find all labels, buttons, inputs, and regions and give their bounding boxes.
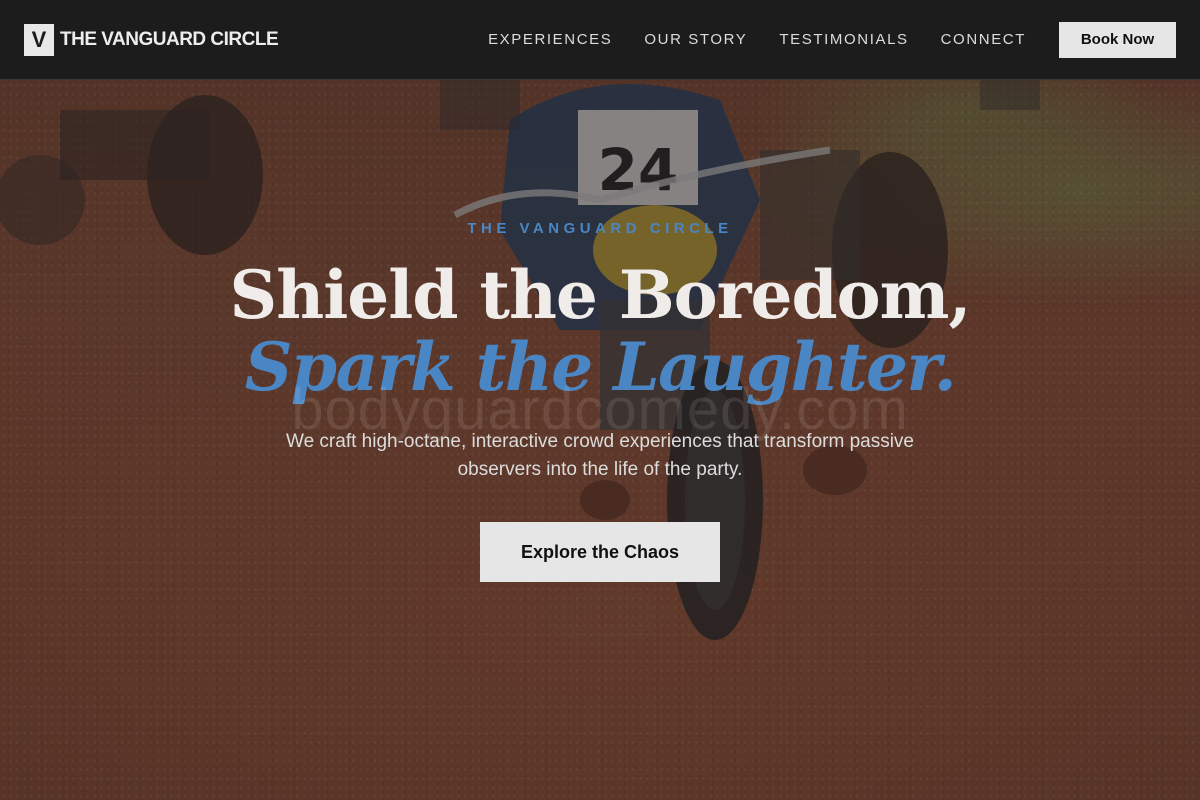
nav-link-experiences[interactable]: EXPERIENCES bbox=[488, 31, 612, 48]
nav-link-our-story[interactable]: OUR STORY bbox=[644, 31, 747, 48]
top-navbar: V THE VANGUARD CIRCLE EXPERIENCES OUR ST… bbox=[0, 0, 1200, 80]
nav-links: EXPERIENCES OUR STORY TESTIMONIALS CONNE… bbox=[488, 21, 1176, 58]
nav-link-connect[interactable]: CONNECT bbox=[941, 31, 1026, 48]
hero-headline-line1: Shield the Boredom, bbox=[229, 256, 972, 334]
brand-logo[interactable]: V THE VANGUARD CIRCLE bbox=[24, 23, 279, 56]
hero-eyebrow: THE VANGUARD CIRCLE bbox=[467, 220, 733, 237]
logo-mark-icon: V bbox=[24, 23, 54, 56]
explore-chaos-button[interactable]: Explore the Chaos bbox=[480, 522, 720, 582]
brand-name: THE VANGUARD CIRCLE bbox=[60, 28, 279, 50]
hero-subtext: We craft high-octane, interactive crowd … bbox=[286, 431, 914, 480]
book-now-button[interactable]: Book Now bbox=[1059, 21, 1176, 58]
nav-link-testimonials[interactable]: TESTIMONIALS bbox=[779, 31, 908, 48]
